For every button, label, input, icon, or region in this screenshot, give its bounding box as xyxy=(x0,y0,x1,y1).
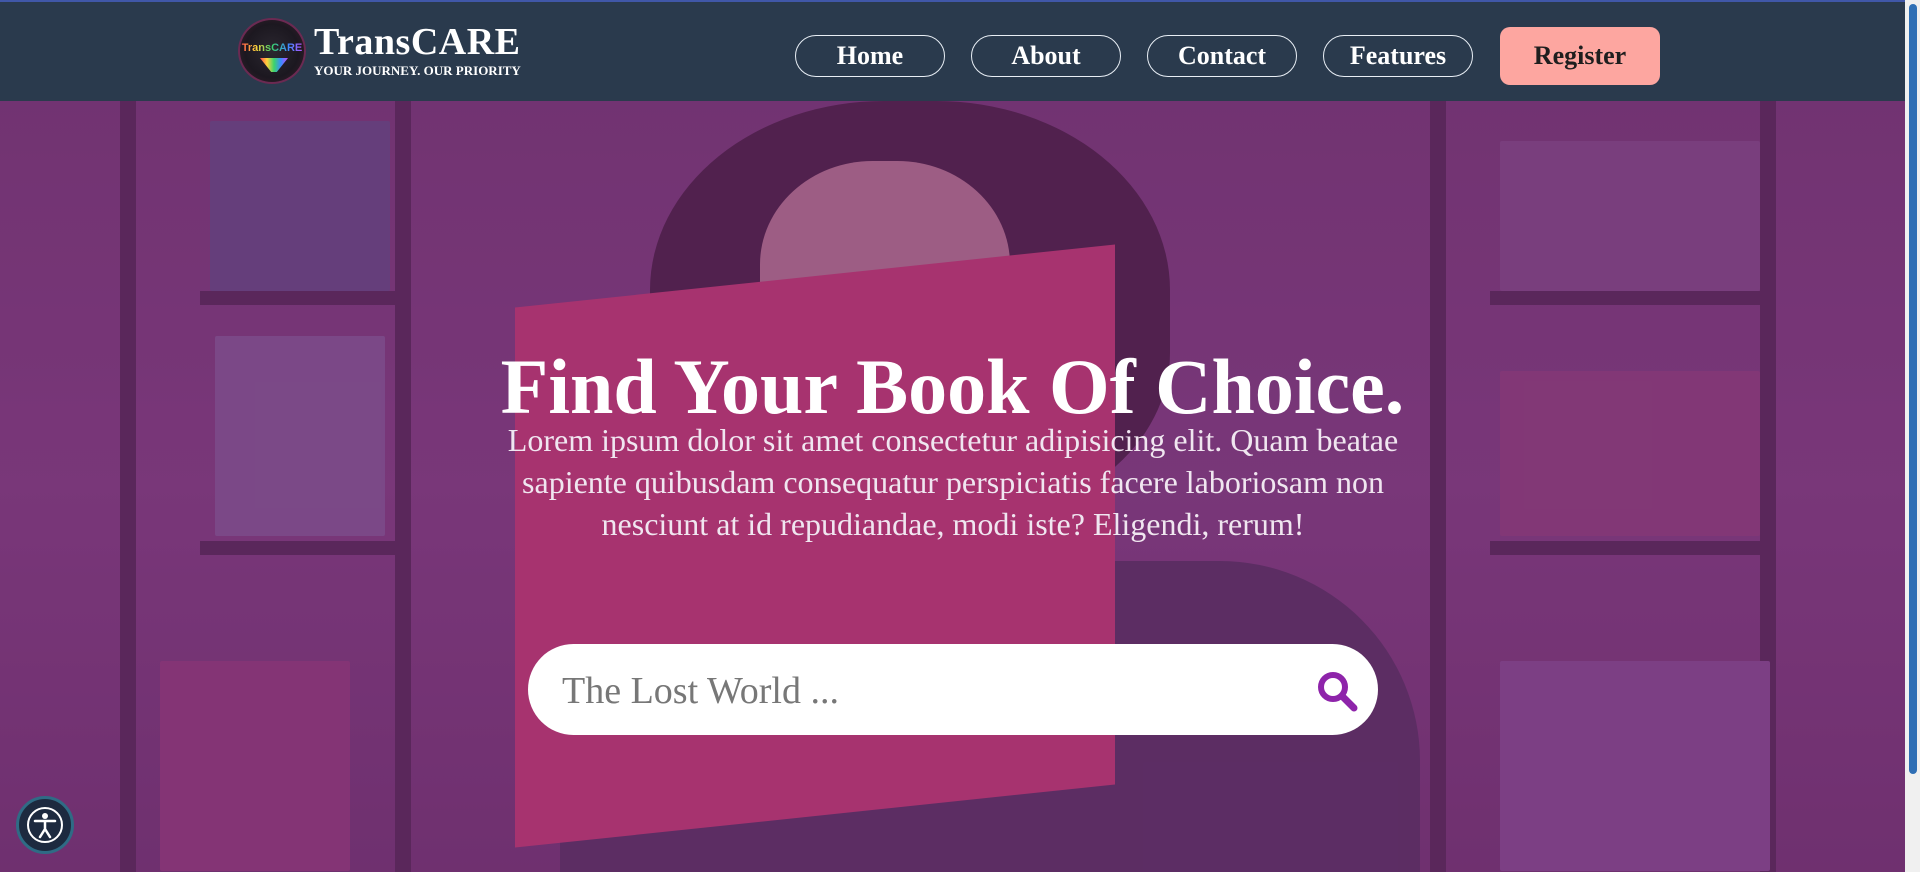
logo-emblem xyxy=(260,58,288,72)
register-button[interactable]: Register xyxy=(1500,27,1660,85)
nav-home-button[interactable]: Home xyxy=(795,35,945,77)
logo-text: TransCARE xyxy=(241,42,303,54)
hero-title: Find Your Book Of Choice. xyxy=(500,343,1405,430)
nav-about-button[interactable]: About xyxy=(971,35,1121,77)
logo-icon: TransCARE xyxy=(238,18,306,84)
page-scrollbar[interactable] xyxy=(1905,0,1920,872)
main-nav: Home About Contact Features xyxy=(795,35,1499,77)
search-icon[interactable] xyxy=(1316,670,1358,712)
brand-tagline: YOUR JOURNEY. OUR PRIORITY xyxy=(314,63,521,78)
scrollbar-thumb[interactable] xyxy=(1909,4,1917,774)
accessibility-button[interactable] xyxy=(16,796,74,854)
site-header: TransCARE TransCARE YOUR JOURNEY. OUR PR… xyxy=(0,0,1905,101)
brand-text: TransCARE YOUR JOURNEY. OUR PRIORITY xyxy=(314,23,521,79)
hero-section: Find Your Book Of Choice. Lorem ipsum do… xyxy=(0,101,1905,872)
accessibility-icon xyxy=(27,807,63,843)
brand[interactable]: TransCARE TransCARE YOUR JOURNEY. OUR PR… xyxy=(238,18,521,84)
brand-name: TransCARE xyxy=(314,21,521,63)
nav-contact-button[interactable]: Contact xyxy=(1147,35,1297,77)
hero-description: Lorem ipsum dolor sit amet consectetur a… xyxy=(507,422,1399,542)
search-bar xyxy=(528,644,1378,735)
nav-features-button[interactable]: Features xyxy=(1323,35,1473,77)
search-input[interactable] xyxy=(560,662,1264,719)
